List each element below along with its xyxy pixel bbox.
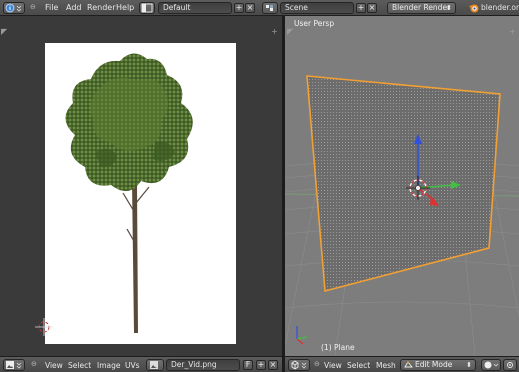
unlink-image-button[interactable]: × bbox=[268, 360, 278, 370]
collapse-menus-icon[interactable]: ⊖ bbox=[314, 360, 320, 368]
edit-mode-icon bbox=[404, 361, 413, 368]
collapse-menus-icon[interactable]: ⊖ bbox=[31, 360, 37, 368]
menu-view[interactable]: View bbox=[324, 361, 342, 370]
menu-mesh[interactable]: Mesh bbox=[376, 361, 396, 370]
add-layout-button[interactable]: + bbox=[234, 3, 244, 13]
screen-layout-field[interactable]: Default bbox=[158, 2, 232, 14]
render-engine-dropdown[interactable]: Blender Render ⬍ bbox=[387, 2, 456, 14]
menu-file[interactable]: File bbox=[45, 3, 58, 13]
3d-view-header: ⊖ View Select Mesh Edit Mode ⬍ bbox=[285, 356, 519, 372]
viewport-shading-button[interactable] bbox=[481, 359, 501, 371]
collapse-menus-icon[interactable]: ⊖ bbox=[30, 3, 36, 11]
menu-select[interactable]: Select bbox=[347, 361, 370, 370]
area-corner-icon[interactable]: ◤ bbox=[287, 28, 293, 36]
screen-layout-button[interactable] bbox=[139, 2, 155, 14]
scene-button[interactable] bbox=[262, 2, 278, 14]
image-browse-icon bbox=[150, 361, 158, 369]
image-editor-icon bbox=[6, 361, 22, 369]
pivot-point-button[interactable] bbox=[503, 359, 517, 371]
scene-icon bbox=[266, 5, 273, 11]
new-image-button[interactable]: + bbox=[256, 360, 266, 370]
menu-add[interactable]: Add bbox=[66, 3, 82, 13]
menu-select[interactable]: Select bbox=[68, 361, 91, 370]
delete-scene-button[interactable]: × bbox=[367, 3, 377, 13]
3d-viewport[interactable]: User Persp (1) Plane ◤ + bbox=[285, 16, 519, 356]
tree-image bbox=[65, 53, 193, 333]
area-corner-icon[interactable]: + bbox=[271, 28, 278, 36]
view3d-type-button[interactable] bbox=[288, 359, 310, 371]
pivot-icon bbox=[507, 362, 513, 368]
dropdown-arrow-icon: ⬍ bbox=[446, 4, 452, 12]
area-corner-icon[interactable]: + bbox=[509, 28, 516, 36]
area-corner-icon[interactable]: ◤ bbox=[1, 28, 7, 36]
scene-field[interactable]: Scene bbox=[280, 2, 354, 14]
info-icon bbox=[5, 3, 22, 13]
menu-help[interactable]: Help bbox=[116, 3, 134, 13]
shading-sphere-icon bbox=[484, 361, 499, 369]
mode-dropdown[interactable]: Edit Mode ⬍ bbox=[400, 359, 476, 371]
fake-user-button[interactable]: F bbox=[243, 360, 253, 370]
top-header: ⊖ File Add Render Help Default + × Scene… bbox=[0, 0, 519, 16]
2d-cursor-icon bbox=[35, 318, 53, 336]
menu-view[interactable]: View bbox=[45, 361, 63, 370]
render-engine-label: Blender Render bbox=[392, 3, 451, 12]
view3d-icon bbox=[291, 360, 307, 370]
add-scene-button[interactable]: + bbox=[356, 3, 366, 13]
delete-layout-button[interactable]: × bbox=[245, 3, 255, 13]
menu-uvs[interactable]: UVs bbox=[125, 361, 140, 370]
dropdown-arrow-icon: ⬍ bbox=[466, 361, 472, 369]
screen-layout-icon bbox=[141, 3, 153, 13]
image-editor-header: ⊖ View Select Image UVs Der_Vid.png F + … bbox=[0, 356, 282, 372]
viewport-canvas bbox=[285, 75, 519, 356]
image-editor-type-button[interactable] bbox=[3, 359, 25, 371]
image-name-field[interactable]: Der_Vid.png bbox=[166, 359, 240, 371]
plane-mesh bbox=[306, 75, 501, 293]
menu-image[interactable]: Image bbox=[97, 361, 121, 370]
website-label: blender.org bbox=[481, 3, 519, 12]
image-browse-button[interactable] bbox=[146, 359, 164, 371]
active-object-label: (1) Plane bbox=[321, 343, 355, 352]
menu-render[interactable]: Render bbox=[87, 3, 115, 13]
mode-label: Edit Mode bbox=[415, 360, 453, 369]
image-editor-area[interactable]: ◤ + bbox=[0, 16, 282, 356]
editor-type-button[interactable] bbox=[3, 2, 25, 14]
viewport-title: User Persp bbox=[294, 19, 335, 28]
blender-logo-icon bbox=[469, 4, 479, 13]
image-canvas[interactable] bbox=[45, 43, 236, 344]
axis-gizmo bbox=[296, 326, 308, 345]
